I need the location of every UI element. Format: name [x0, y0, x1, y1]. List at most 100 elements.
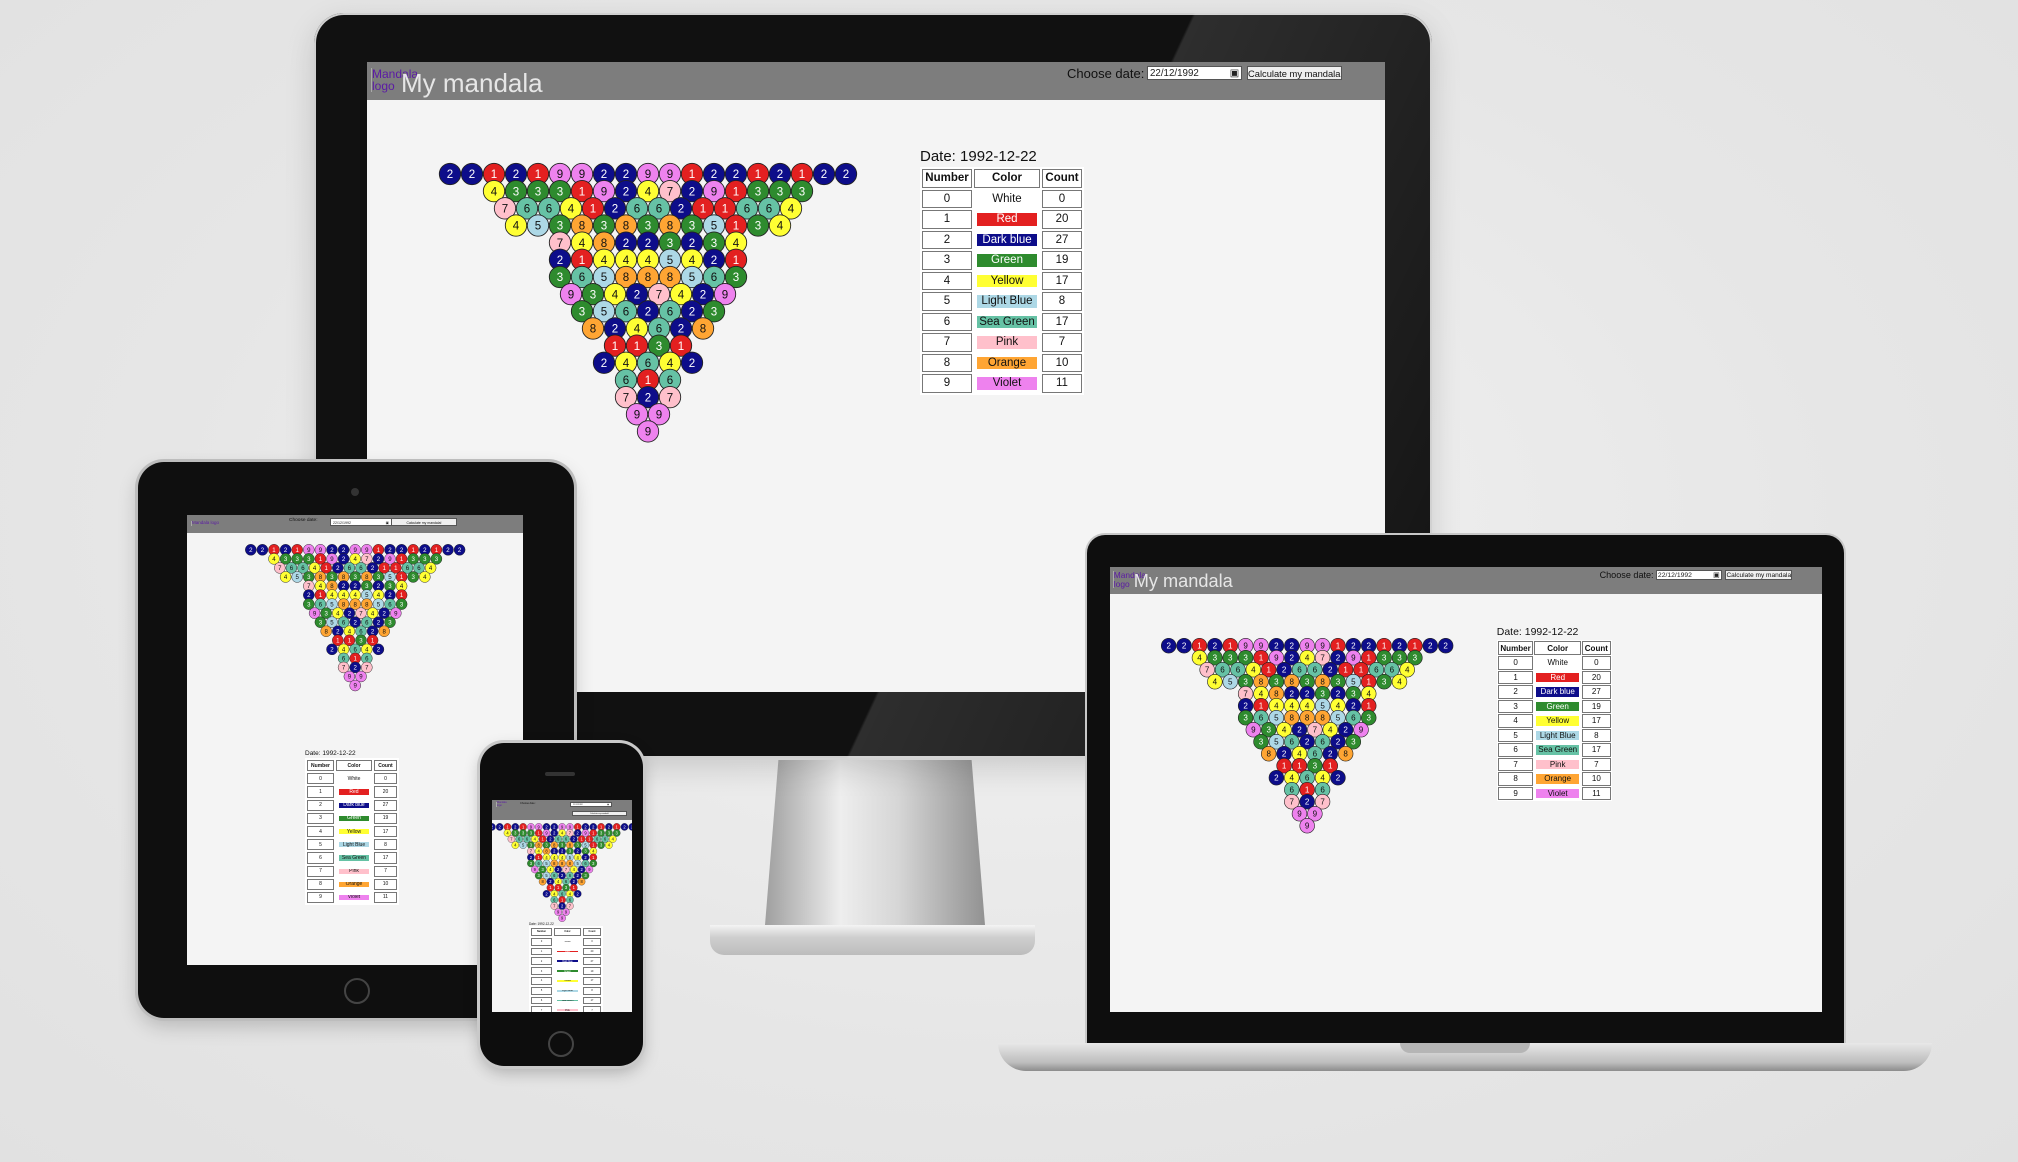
mandala-dot-number: 2	[353, 665, 357, 672]
cell-count: 27	[1042, 230, 1082, 249]
calculate-button[interactable]: Calculate my mandala!	[572, 811, 627, 816]
mandala-dot-number: 6	[1374, 666, 1379, 675]
cell-color: Pink	[554, 1006, 581, 1012]
mandala-dot-number: 2	[1290, 654, 1295, 663]
mandala-dot-number: 6	[353, 647, 357, 654]
table-row: 2 Dark blue 27	[922, 230, 1082, 249]
table-row: 7 Pink 7	[307, 865, 397, 877]
mandala-dot-number: 8	[1290, 678, 1295, 687]
calendar-icon[interactable]: ▣	[386, 519, 389, 525]
mandala-dot-number: 8	[382, 628, 386, 635]
tablet-home-button	[344, 978, 370, 1004]
mandala-dot-number: 7	[623, 392, 629, 404]
mandala-dot-number: 4	[1397, 678, 1402, 687]
mandala-dot-number: 5	[535, 221, 541, 233]
mandala-dot-number: 9	[634, 409, 640, 421]
header-bar: Mandala logo Choose date: 22/12/1992 ▣ Calcu…	[187, 515, 523, 533]
mandala-dot-number: 3	[411, 574, 415, 581]
cell-count: 20	[1582, 670, 1611, 685]
cell-count: 10	[374, 878, 397, 890]
cell-number: 5	[922, 292, 972, 311]
cell-number: 1	[531, 947, 552, 956]
mandala-dot-number: 1	[491, 169, 497, 181]
mandala-dot-number: 8	[667, 221, 673, 233]
cell-number: 4	[531, 976, 552, 985]
table-row: 1 Red 20	[307, 786, 397, 798]
mandala-dot-number: 1	[1297, 762, 1302, 771]
mandala-dot-number: 2	[1328, 666, 1333, 675]
cell-color: Yellow	[974, 271, 1040, 290]
cell-count: 27	[583, 957, 601, 966]
mandala-dot-number: 2	[631, 824, 632, 829]
mandala-dot-number: 1	[295, 547, 299, 554]
mandala-dot-number: 7	[667, 392, 673, 404]
mandala-dot-number: 9	[319, 547, 323, 554]
cell-count: 17	[1042, 271, 1082, 290]
mandala-dot-number: 6	[667, 306, 673, 318]
cell-number: 5	[531, 986, 552, 995]
mandala-dot-number: 9	[1243, 642, 1248, 651]
logo-image[interactable]: Mandala logo	[496, 801, 507, 807]
calendar-icon[interactable]: ▣	[607, 803, 609, 806]
date-input[interactable]: 22/12/1992 ▣	[570, 802, 612, 807]
cell-color: Pink	[974, 333, 1040, 352]
mandala-dot-number: 4	[689, 255, 696, 267]
cell-color: Dark blue	[1534, 685, 1582, 699]
mandala-dot-number: 3	[1351, 738, 1356, 747]
mandala-dot-number: 6	[645, 358, 651, 370]
calculate-button[interactable]: Calculate my mandala!	[1247, 66, 1342, 80]
mandala-dot-number: 3	[353, 574, 357, 581]
mandala-dot-number: 1	[645, 375, 651, 387]
mandala-dot-number: 7	[1320, 654, 1325, 663]
mandala-dot-number: 2	[612, 324, 618, 336]
logo-image[interactable]: Mandala logo	[191, 520, 220, 526]
mandala-dot-number: 8	[1320, 714, 1325, 723]
mandala-dot-number: 4	[491, 186, 498, 198]
cell-count: 11	[1042, 374, 1082, 393]
column-header: Count	[1582, 641, 1611, 655]
cell-color: Violet	[974, 374, 1040, 393]
mandala-triangle: 2212199229912212122433319247291333766412…	[244, 544, 466, 692]
table-row: 3 Green 19	[531, 967, 601, 975]
mandala-dot-number: 1	[700, 204, 706, 216]
cell-color: Light Blue	[336, 839, 372, 851]
mandala-dot-number: 3	[601, 221, 607, 233]
mandala-dot-number: 6	[1351, 714, 1356, 723]
mandala-dot-number: 5	[1274, 714, 1279, 723]
mandala-dot-number: 2	[623, 238, 629, 250]
mandala-dot-number: 6	[1390, 666, 1395, 675]
mandala-dot-number: 8	[353, 601, 357, 608]
mandala-dot-number: 9	[568, 289, 574, 301]
cell-number: 7	[1497, 757, 1534, 772]
date-input[interactable]: 22/12/1992 ▣	[1147, 66, 1242, 80]
date-input[interactable]: 22/12/1992 ▣	[330, 518, 392, 526]
mandala-dot-number: 2	[711, 169, 717, 181]
mandala-dot-number: 3	[799, 186, 805, 198]
mandala-dot-number: 2	[1351, 642, 1356, 651]
calendar-icon[interactable]: ▣	[1713, 571, 1719, 579]
calculate-button[interactable]: Calculate my mandala!	[1725, 569, 1792, 580]
mandala-dot-number: 2	[348, 610, 352, 617]
mandala-dot-number: 8	[1274, 690, 1279, 699]
table-row: 0 White 0	[1497, 655, 1611, 670]
calendar-icon[interactable]: ▣	[1230, 67, 1239, 79]
cell-number: 4	[922, 271, 972, 290]
mandala-dot-number: 2	[1336, 654, 1341, 663]
mandala-dot-number: 1	[1328, 762, 1333, 771]
date-input[interactable]: 22/12/1992 ▣	[1655, 569, 1722, 580]
cell-count: 17	[1042, 312, 1082, 331]
calculate-button[interactable]: Calculate my mandala!	[391, 518, 457, 526]
mandala-dot-number: 1	[1336, 642, 1341, 651]
mandala-dot-number: 2	[645, 392, 651, 404]
mandala-dot-number: 6	[524, 204, 530, 216]
mandala-dot-number: 5	[1320, 702, 1325, 711]
mandala-dot-number: 1	[689, 169, 695, 181]
table-row: 5 Light Blue 8	[307, 839, 397, 851]
mandala-dot-number: 3	[1305, 678, 1310, 687]
mandala-dot-number: 4	[1274, 702, 1279, 711]
mandala-dot-number: 3	[1320, 690, 1325, 699]
cell-count: 17	[583, 976, 601, 985]
table-row: 3 Green 19	[307, 812, 397, 824]
color-count-table: Number Color Count 0 White 0 1 Red 20 2 Dark blue 2…	[1496, 640, 1612, 802]
cell-count: 7	[374, 865, 397, 877]
